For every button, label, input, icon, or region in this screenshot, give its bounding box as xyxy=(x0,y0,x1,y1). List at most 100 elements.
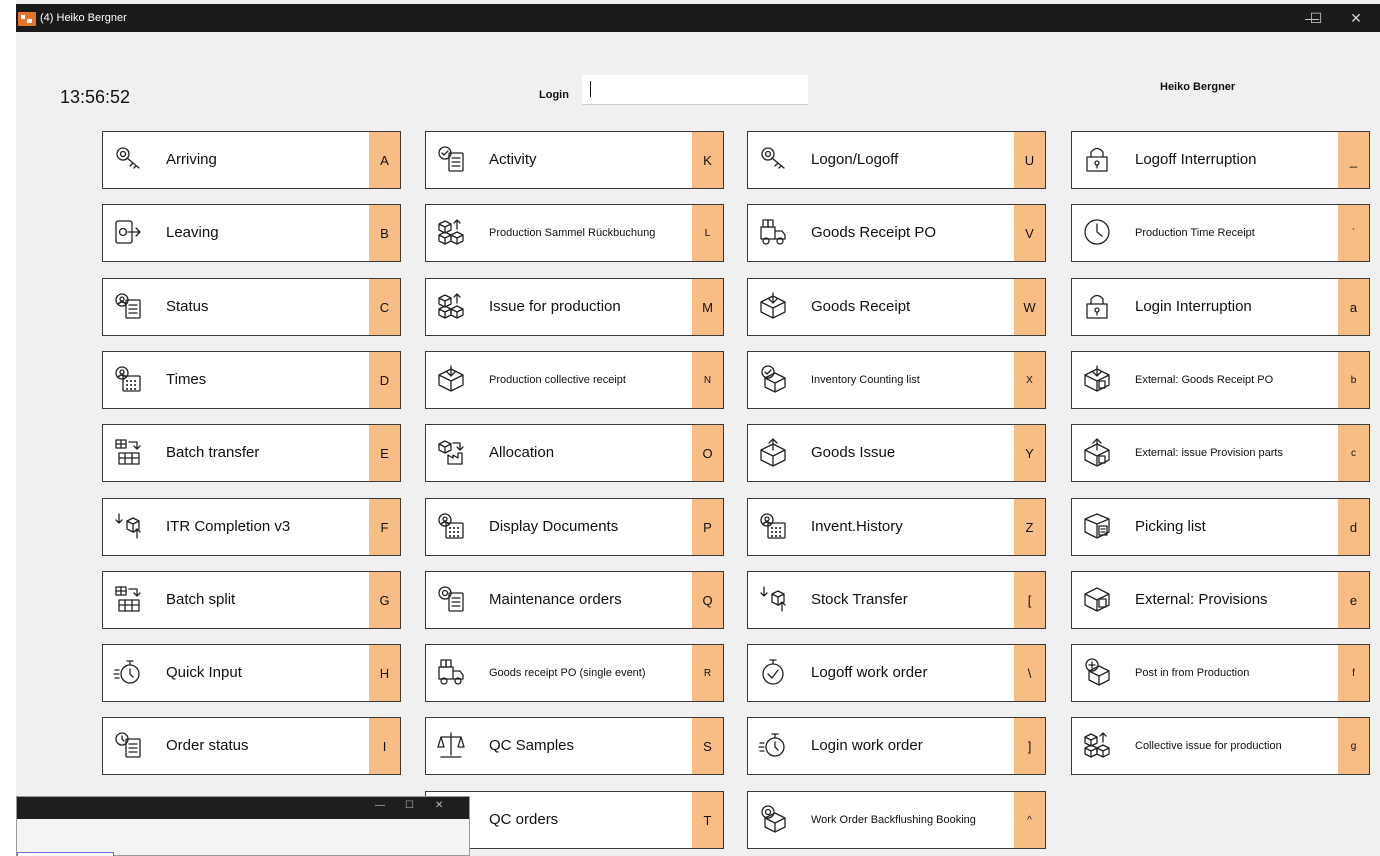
tile-invent-history[interactable]: Invent.History Z xyxy=(747,498,1046,556)
box-in-doc-icon xyxy=(1082,364,1112,394)
tile-issue-for-production[interactable]: Issue for production M xyxy=(425,278,724,336)
box-check-icon xyxy=(758,364,788,394)
tile-logoff-work-order[interactable]: Logoff work order \ xyxy=(747,644,1046,702)
tile-shortcut-key: c xyxy=(1338,425,1369,481)
tile-collective-issue-for-production[interactable]: Collective issue for production g xyxy=(1071,717,1370,775)
tile-batch-transfer[interactable]: Batch transfer E xyxy=(102,424,401,482)
tile-label: Goods Receipt xyxy=(811,298,911,315)
tile-shortcut-key: F xyxy=(369,499,400,555)
tile-quick-input[interactable]: Quick Input H xyxy=(102,644,401,702)
tile-external-goods-receipt-po[interactable]: External: Goods Receipt PO b xyxy=(1071,351,1370,409)
tile-label: Maintenance orders xyxy=(489,591,622,608)
tile-arriving[interactable]: Arriving A xyxy=(102,131,401,189)
tile-shortcut-key: E xyxy=(369,425,400,481)
box-gear-icon xyxy=(758,804,788,834)
tile-batch-split[interactable]: Batch split G xyxy=(102,571,401,629)
tile-display-documents[interactable]: Display Documents P xyxy=(425,498,724,556)
tile-goods-receipt-po[interactable]: Goods Receipt PO V xyxy=(747,204,1046,262)
tile-shortcut-key: ` xyxy=(1338,205,1369,261)
tile-post-in-from-production[interactable]: Post in from Production f xyxy=(1071,644,1370,702)
tile-label: Activity xyxy=(489,151,537,168)
clock: 13:56:52 xyxy=(60,87,131,107)
tile-label: External: Provisions xyxy=(1135,591,1268,608)
tile-status[interactable]: Status C xyxy=(102,278,401,336)
tile-shortcut-key: \ xyxy=(1014,645,1045,701)
tile-maintenance-orders[interactable]: Maintenance orders Q xyxy=(425,571,724,629)
cube-factory-icon xyxy=(436,437,466,467)
tile-label: ITR Completion v3 xyxy=(166,518,291,535)
tile-goods-issue[interactable]: Goods Issue Y xyxy=(747,424,1046,482)
tile-external-provisions[interactable]: External: Provisions e xyxy=(1071,571,1370,629)
tile-shortcut-key: a xyxy=(1338,279,1369,335)
text-caret xyxy=(590,81,591,97)
tile-label: QC Samples xyxy=(489,737,575,754)
clock-icon xyxy=(1082,217,1112,247)
tile-label: Goods Receipt PO xyxy=(811,224,937,241)
tile-picking-list[interactable]: Picking list d xyxy=(1071,498,1370,556)
tile-login-work-order[interactable]: Login work order] xyxy=(747,717,1046,775)
tile-label: Login work order xyxy=(811,737,923,754)
tile-label: Logoff Interruption xyxy=(1135,151,1257,168)
title-bar[interactable]: (4) Heiko Bergner — ☐ ✕ xyxy=(16,4,1380,32)
background-close-button[interactable]: ✕ xyxy=(435,800,443,811)
tile-shortcut-key: [ xyxy=(1014,572,1045,628)
tile-label: External: Goods Receipt PO xyxy=(1135,374,1274,386)
background-window[interactable]: — ☐ ✕ xyxy=(16,796,470,856)
box-list-icon xyxy=(1082,511,1112,541)
box-in-icon xyxy=(758,291,788,321)
tile-shortcut-key: C xyxy=(369,279,400,335)
tile-itr-completion-v3[interactable]: ITR Completion v3 F xyxy=(102,498,401,556)
tile-label: Status xyxy=(166,298,209,315)
box-in-icon xyxy=(436,364,466,394)
tile-shortcut-key: T xyxy=(692,792,723,848)
tile-shortcut-key: N xyxy=(692,352,723,408)
user-name: Heiko Bergner xyxy=(1160,81,1236,93)
clock-list-icon xyxy=(113,730,143,760)
tile-inventory-counting-list[interactable]: Inventory Counting list X xyxy=(747,351,1046,409)
tile-shortcut-key: g xyxy=(1338,718,1369,774)
tile-allocation[interactable]: Allocation O xyxy=(425,424,724,482)
background-window-title-bar[interactable]: — ☐ ✕ xyxy=(17,797,469,819)
tile-logoff-interruption[interactable]: Logoff Interruption _ xyxy=(1071,131,1370,189)
user-list-icon xyxy=(113,291,143,321)
background-window-field[interactable] xyxy=(17,852,114,856)
close-button[interactable]: ✕ xyxy=(1336,8,1376,28)
background-maximize-button[interactable]: ☐ xyxy=(405,800,414,811)
tile-shortcut-key: O xyxy=(692,425,723,481)
tile-external-issue-provision-parts[interactable]: External: issue Provision parts c xyxy=(1071,424,1370,482)
maximize-button[interactable]: ☐ xyxy=(1296,8,1336,28)
tile-goods-receipt[interactable]: Goods Receipt W xyxy=(747,278,1046,336)
tile-logon-logoff[interactable]: Logon/Logoff U xyxy=(747,131,1046,189)
cubes-arrow-icon xyxy=(436,291,466,321)
tile-label: Post in from Production xyxy=(1135,667,1250,679)
window-title: (4) Heiko Bergner xyxy=(40,12,127,24)
tile-leaving[interactable]: Leaving B xyxy=(102,204,401,262)
tile-shortcut-key: _ xyxy=(1338,132,1369,188)
tile-times[interactable]: Times D xyxy=(102,351,401,409)
tile-order-status[interactable]: Order status I xyxy=(102,717,401,775)
background-minimize-button[interactable]: — xyxy=(375,800,385,811)
tile-label: Issue for production xyxy=(489,298,621,315)
tile-shortcut-key: ] xyxy=(1014,718,1045,774)
tile-shortcut-key: U xyxy=(1014,132,1045,188)
tile-production-collective-receipt[interactable]: Production collective receipt N xyxy=(425,351,724,409)
tile-label: Inventory Counting list xyxy=(811,374,920,386)
login-input[interactable] xyxy=(582,75,808,105)
tile-shortcut-key: Q xyxy=(692,572,723,628)
tile-work-order-backflushing-booking[interactable]: Work Order Backflushing Booking ^ xyxy=(747,791,1046,849)
tile-activity[interactable]: Activity K xyxy=(425,131,724,189)
tile-shortcut-key: X xyxy=(1014,352,1045,408)
tile-label: Login Interruption xyxy=(1135,298,1252,315)
tile-label: Logoff work order xyxy=(811,664,928,681)
tile-login-interruption[interactable]: Login Interruption a xyxy=(1071,278,1370,336)
cubes-arrow-icon xyxy=(1082,730,1112,760)
tile-stock-transfer[interactable]: Stock Transfer [ xyxy=(747,571,1046,629)
tile-production-time-receipt[interactable]: Production Time Receipt ` xyxy=(1071,204,1370,262)
tile-label: Arriving xyxy=(166,151,217,168)
tile-goods-receipt-po-single-event[interactable]: Goods receipt PO (single event) R xyxy=(425,644,724,702)
tile-qc-samples[interactable]: QC Samples S xyxy=(425,717,724,775)
cube-arrows-icon xyxy=(758,584,788,614)
app-window: (4) Heiko Bergner — ☐ ✕ 13:56:52 Login H… xyxy=(16,0,1380,856)
tile-shortcut-key: B xyxy=(369,205,400,261)
tile-production-sammel-r-ckbuchung[interactable]: Production Sammel Rückbuchung L xyxy=(425,204,724,262)
